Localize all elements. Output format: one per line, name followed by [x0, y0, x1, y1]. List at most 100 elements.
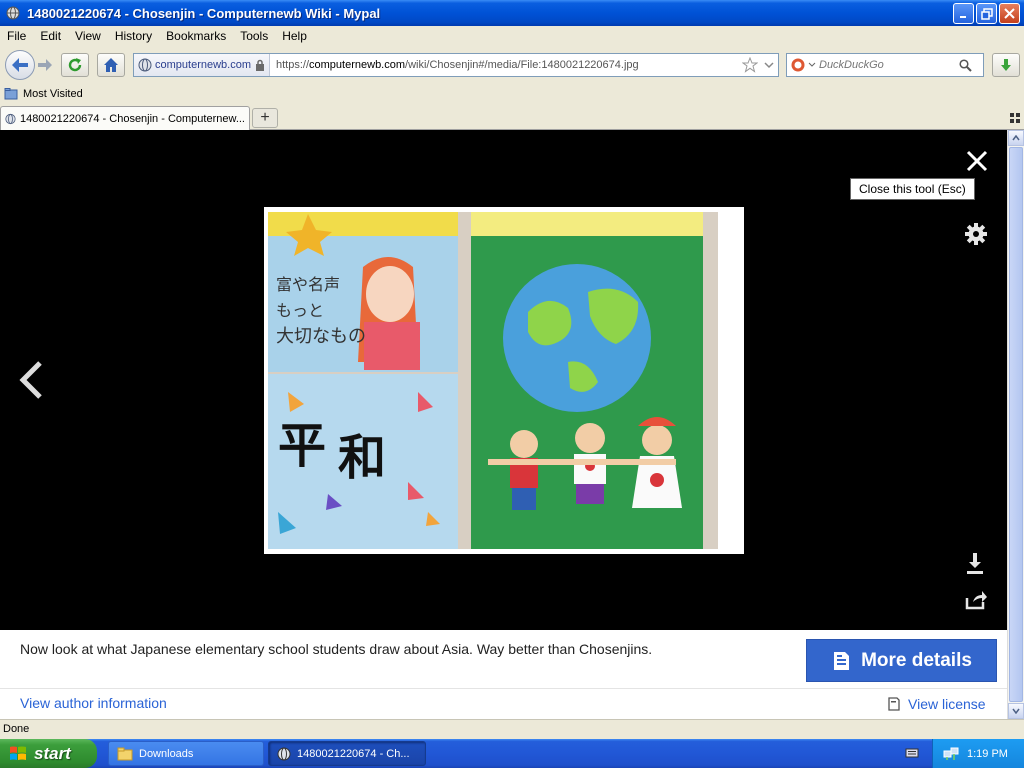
clock: 1:19 PM: [967, 747, 1008, 760]
share-button[interactable]: [962, 586, 990, 614]
window-titlebar: 1480021220674 - Chosenjin - Computernewb…: [0, 0, 1024, 26]
lock-icon: [256, 59, 264, 71]
close-icon: [966, 150, 988, 172]
scroll-down-button[interactable]: [1008, 703, 1024, 719]
keyboard-icon[interactable]: [905, 747, 919, 762]
tab-label: 1480021220674 - Chosenjin - Computernew.…: [19, 112, 245, 125]
folder-icon: [4, 88, 18, 100]
globe-icon: [5, 113, 16, 124]
bookmarks-toolbar: Most Visited: [0, 84, 1024, 104]
globe-icon: [5, 5, 21, 21]
windows-logo-icon: [10, 746, 26, 760]
back-button[interactable]: [5, 50, 35, 80]
image-caption: Now look at what Japanese elementary sch…: [20, 641, 653, 657]
previous-image-button[interactable]: [16, 358, 46, 402]
share-icon: [965, 591, 987, 610]
svg-text:もっと: もっと: [276, 301, 324, 320]
scroll-thumb[interactable]: [1009, 147, 1023, 702]
status-text: Done: [3, 723, 30, 735]
globe-icon: [138, 58, 152, 72]
start-button[interactable]: start: [0, 739, 97, 768]
taskbar-item-label: Downloads: [139, 747, 194, 760]
forward-button[interactable]: [34, 55, 56, 75]
metadata-panel: Now look at what Japanese elementary sch…: [0, 630, 1007, 719]
panel-divider: [0, 688, 1007, 689]
search-bar[interactable]: [786, 53, 984, 77]
downloads-button[interactable]: [992, 53, 1020, 77]
star-icon[interactable]: [742, 57, 758, 73]
search-engine-selector[interactable]: [787, 58, 819, 72]
taskbar: start Downloads 1480021220674 - Ch... 1:…: [0, 739, 1024, 768]
settings-button[interactable]: [962, 220, 990, 248]
reload-button[interactable]: [61, 53, 89, 77]
page-viewport: 富や名声 もっと 大切なもの 平 和 Close this tool (Esc)…: [0, 130, 1007, 719]
media-image[interactable]: 富や名声 もっと 大切なもの 平 和: [264, 207, 744, 554]
menu-bookmarks[interactable]: Bookmarks: [159, 29, 233, 43]
menu-tools[interactable]: Tools: [233, 29, 275, 43]
chevron-left-icon: [19, 361, 42, 399]
plus-icon: +: [260, 109, 270, 126]
image-text-peace-1: 平: [278, 418, 326, 474]
license-label: View license: [908, 696, 986, 712]
menu-help[interactable]: Help: [275, 29, 314, 43]
view-license-link[interactable]: View license: [888, 696, 986, 712]
search-icon[interactable]: [959, 58, 972, 72]
site-identity[interactable]: computernewb.com: [134, 54, 270, 76]
license-icon: [888, 697, 900, 711]
document-icon: [834, 651, 850, 670]
close-tooltip: Close this tool (Esc): [850, 178, 975, 200]
bookmark-most-visited[interactable]: Most Visited: [4, 87, 83, 101]
download-icon: [967, 553, 983, 574]
close-viewer-button[interactable]: [962, 146, 992, 176]
menu-edit[interactable]: Edit: [33, 29, 68, 43]
menu-bar: File Edit View History Bookmarks Tools H…: [0, 26, 1024, 46]
minimize-button[interactable]: [953, 3, 974, 24]
start-label: start: [34, 743, 71, 763]
folder-icon: [117, 747, 133, 760]
svg-text:大切なもの: 大切なもの: [276, 326, 366, 347]
more-details-label: More details: [861, 649, 972, 671]
chevron-down-icon[interactable]: [764, 61, 774, 69]
tab-strip: 1480021220674 - Chosenjin - Computernew.…: [0, 104, 1024, 130]
new-tab-button[interactable]: +: [252, 108, 278, 128]
taskbar-item-label: 1480021220674 - Ch...: [297, 747, 410, 760]
forward-arrow-icon: [38, 59, 52, 71]
taskbar-item-downloads[interactable]: Downloads: [108, 741, 264, 766]
home-button[interactable]: [97, 53, 125, 77]
grid-icon: [1010, 113, 1020, 123]
author-info-link[interactable]: View author information: [20, 695, 167, 711]
drawing-image: 富や名声 もっと 大切なもの 平 和: [268, 212, 718, 549]
reload-icon: [68, 58, 82, 72]
gear-icon: [965, 223, 987, 245]
system-tray: 1:19 PM: [932, 739, 1024, 768]
svg-text:富や名声: 富や名声: [276, 275, 340, 294]
menu-view[interactable]: View: [68, 29, 108, 43]
home-icon: [104, 58, 118, 72]
download-icon: [1001, 59, 1011, 71]
tab-active[interactable]: 1480021220674 - Chosenjin - Computernew.…: [0, 106, 250, 130]
tab-list-button[interactable]: [1010, 112, 1020, 126]
network-icon[interactable]: [943, 747, 959, 761]
navigation-toolbar: computernewb.com https://computernewb.co…: [0, 46, 1024, 84]
restore-button[interactable]: [976, 3, 997, 24]
image-text-peace-2: 和: [338, 430, 386, 486]
window-title: 1480021220674 - Chosenjin - Computernewb…: [27, 5, 381, 21]
globe-icon: [277, 747, 291, 760]
status-bar: Done: [0, 719, 1024, 739]
taskbar-item-browser[interactable]: 1480021220674 - Ch...: [268, 741, 426, 766]
back-arrow-icon: [12, 58, 28, 72]
menu-file[interactable]: File: [0, 29, 33, 43]
bookmark-label: Most Visited: [23, 88, 83, 100]
address-bar[interactable]: computernewb.com https://computernewb.co…: [133, 53, 779, 77]
search-input[interactable]: [819, 59, 959, 71]
chevron-down-icon: [808, 62, 816, 67]
more-details-button[interactable]: More details: [806, 639, 997, 682]
site-identity-label: computernewb.com: [155, 59, 251, 71]
close-window-button[interactable]: [999, 3, 1020, 24]
url-text[interactable]: https://computernewb.com/wiki/Chosenjin#…: [276, 59, 742, 71]
download-image-button[interactable]: [962, 550, 988, 576]
duckduckgo-icon: [791, 58, 805, 72]
vertical-scrollbar[interactable]: [1007, 130, 1024, 719]
menu-history[interactable]: History: [108, 29, 159, 43]
scroll-up-button[interactable]: [1008, 130, 1024, 146]
